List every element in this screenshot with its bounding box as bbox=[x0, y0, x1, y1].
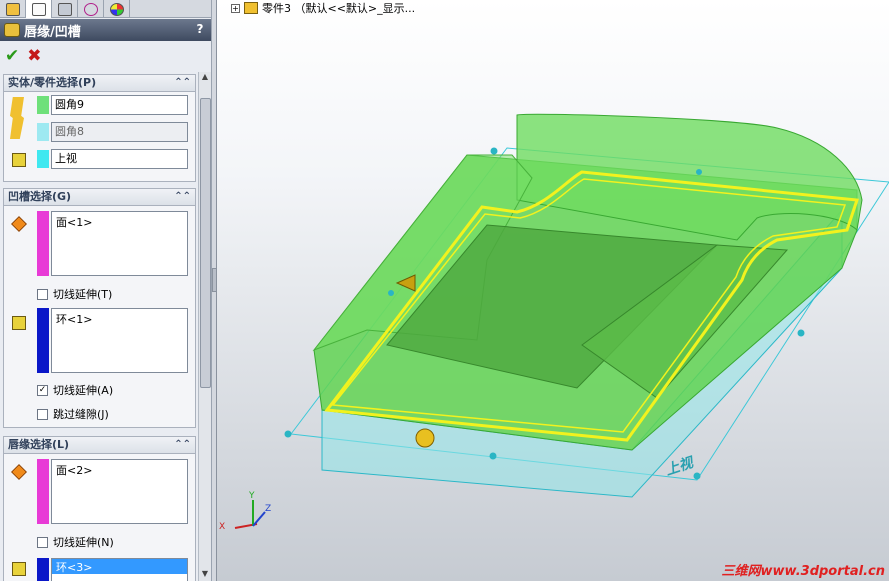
group-header[interactable]: 唇缘选择(L) ⌃⌃ bbox=[4, 437, 195, 454]
appearance-icon bbox=[109, 2, 124, 16]
checkbox-label: 跳过缝隙(J) bbox=[53, 408, 109, 421]
plane-handle bbox=[284, 430, 292, 438]
selected-loop-item[interactable]: 环<3> bbox=[52, 559, 187, 574]
groove-tangent2-checkbox[interactable]: ✓ 切线延伸(A) bbox=[37, 382, 113, 398]
plane-handle bbox=[797, 329, 805, 337]
face-select-icon bbox=[11, 464, 27, 480]
group-header[interactable]: 实体/零件选择(P) ⌃⌃ bbox=[4, 75, 195, 92]
checkbox-label: 切线延伸(A) bbox=[53, 384, 114, 397]
checkbox-label: 切线延伸(T) bbox=[53, 288, 113, 301]
property-manager-panel: 唇缘/凹槽 ? ✔ ✖ 实体/零件选择(P) ⌃⌃ 圆角9 圆角8 上视 凹槽选… bbox=[0, 0, 212, 581]
checkbox-box[interactable] bbox=[37, 408, 48, 420]
tab-feature-manager[interactable] bbox=[0, 0, 26, 18]
configuration-manager-icon bbox=[57, 2, 72, 16]
lip-selection-group: 唇缘选择(L) ⌃⌃ 面<2> 切线延伸(N) 环<3> bbox=[3, 436, 196, 581]
groove-face-swatch bbox=[37, 211, 49, 276]
triad-x-label: X bbox=[219, 522, 226, 532]
model-drawing bbox=[234, 113, 889, 529]
body1-field[interactable]: 圆角9 bbox=[51, 95, 188, 115]
plane-swatch bbox=[37, 150, 49, 168]
tab-configuration-manager[interactable] bbox=[52, 0, 78, 18]
scroll-up-icon[interactable]: ▲ bbox=[199, 72, 211, 84]
tab-property-manager[interactable] bbox=[26, 0, 52, 18]
panel-scrollbar[interactable]: ▲ ▼ bbox=[198, 72, 211, 581]
scroll-thumb[interactable] bbox=[200, 98, 211, 388]
lip-face-swatch bbox=[37, 459, 49, 524]
collapse-icon[interactable]: ⌃⌃ bbox=[174, 437, 191, 453]
checkbox-box[interactable] bbox=[37, 288, 48, 300]
feature-manager-icon bbox=[5, 2, 20, 16]
triad-z-label: Z bbox=[265, 504, 272, 514]
action-bar: ✔ ✖ bbox=[0, 44, 211, 68]
property-manager-icon bbox=[31, 2, 46, 16]
direction-plane-field[interactable]: 上视 bbox=[51, 149, 188, 169]
checkbox-box-checked[interactable]: ✓ bbox=[37, 384, 48, 396]
lip-tangent-checkbox[interactable]: 切线延伸(N) bbox=[37, 534, 114, 550]
plane-handle bbox=[696, 169, 702, 175]
body-select-icon bbox=[10, 97, 24, 139]
direction-arrow-handle bbox=[415, 428, 435, 448]
tab-dimxpert[interactable] bbox=[78, 0, 104, 18]
collapse-icon[interactable]: ⌃⌃ bbox=[174, 75, 191, 91]
groove-loop-swatch bbox=[37, 308, 49, 373]
collapse-icon[interactable]: ⌃⌃ bbox=[174, 189, 191, 205]
group-header[interactable]: 凹槽选择(G) ⌃⌃ bbox=[4, 189, 195, 206]
plane-handle bbox=[388, 290, 394, 296]
feature-titlebar: 唇缘/凹槽 ? bbox=[0, 19, 211, 41]
triad-y-label: Y bbox=[249, 491, 255, 501]
ok-button[interactable]: ✔ bbox=[5, 46, 19, 66]
manager-tabs bbox=[0, 0, 211, 18]
tab-appearance[interactable] bbox=[104, 0, 130, 18]
plane-handle bbox=[489, 452, 497, 460]
groove-selection-group: 凹槽选择(G) ⌃⌃ 面<1> 切线延伸(T) 环<1> ✓ 切线延伸(A) 跳… bbox=[3, 188, 196, 428]
body-selection-group: 实体/零件选择(P) ⌃⌃ 圆角9 圆角8 上视 bbox=[3, 74, 196, 182]
body2-field[interactable]: 圆角8 bbox=[51, 122, 188, 142]
group-title: 实体/零件选择(P) bbox=[8, 76, 97, 89]
groove-loop-list[interactable]: 环<1> bbox=[51, 308, 188, 373]
lip-groove-icon bbox=[4, 23, 20, 37]
face-select-icon bbox=[11, 216, 27, 232]
group-title: 唇缘选择(L) bbox=[8, 438, 70, 451]
direction-plane-icon bbox=[12, 153, 26, 167]
lip-face-list[interactable]: 面<2> bbox=[51, 459, 188, 524]
skip-gaps-checkbox[interactable]: 跳过缝隙(J) bbox=[37, 406, 109, 422]
groove-face-list[interactable]: 面<1> bbox=[51, 211, 188, 276]
cancel-button[interactable]: ✖ bbox=[27, 46, 41, 66]
body2-swatch bbox=[37, 123, 49, 141]
group-title: 凹槽选择(G) bbox=[8, 190, 72, 203]
lip-loop-list[interactable]: 环<3> bbox=[51, 558, 188, 581]
loop-select-icon bbox=[12, 562, 26, 576]
feature-title: 唇缘/凹槽 bbox=[24, 24, 81, 40]
help-button[interactable]: ? bbox=[193, 22, 207, 37]
checkbox-label: 切线延伸(N) bbox=[53, 536, 114, 549]
loop-select-icon bbox=[12, 316, 26, 330]
plane-handle bbox=[693, 472, 701, 480]
lip-loop-swatch bbox=[37, 558, 49, 581]
scroll-down-icon[interactable]: ▼ bbox=[199, 569, 211, 581]
site-watermark: 三维网www.3dportal.cn bbox=[722, 560, 885, 579]
groove-tangent-checkbox[interactable]: 切线延伸(T) bbox=[37, 286, 112, 302]
z-axis bbox=[252, 511, 266, 527]
dimxpert-icon bbox=[83, 2, 98, 16]
plane-handle bbox=[490, 147, 498, 155]
watermark-text: 三维网www.3dportal.cn bbox=[721, 564, 885, 579]
body1-swatch bbox=[37, 96, 49, 114]
graphics-viewport[interactable]: + 零件3 （默认<<默认>_显示... 上视 X Y Z 三维网www.3dp… bbox=[217, 0, 889, 581]
checkbox-box[interactable] bbox=[37, 536, 48, 548]
